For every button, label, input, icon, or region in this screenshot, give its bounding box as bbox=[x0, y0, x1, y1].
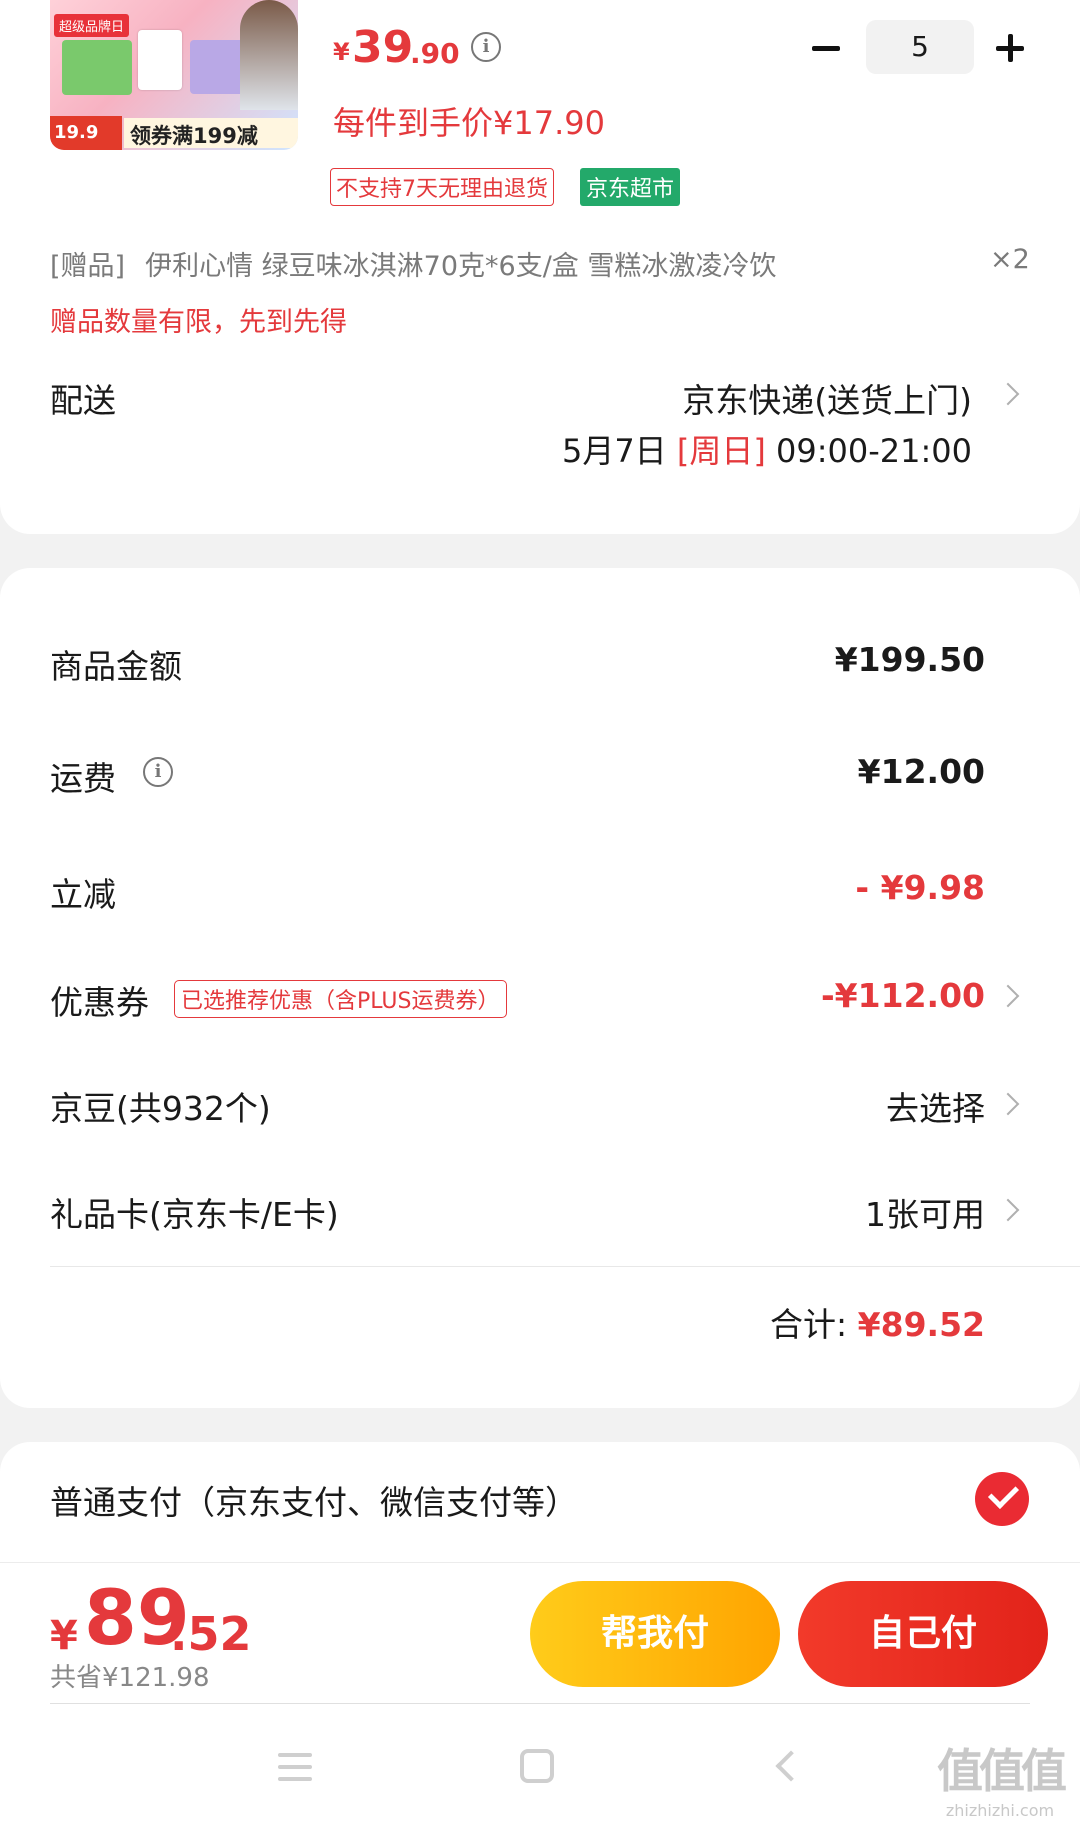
quantity-increase-button[interactable] bbox=[996, 34, 1026, 64]
shipping-time: 5月7日 [周日] 09:00-21:00 bbox=[562, 426, 972, 472]
instant-discount-value: - ¥9.98 bbox=[855, 868, 985, 907]
gift-count: ×2 bbox=[990, 244, 1030, 275]
price-summary-card: 商品金额 ¥199.50 运费 i ¥12.00 立减 - ¥9.98 优惠券 … bbox=[0, 568, 1080, 1408]
watermark-url: zhizhizhi.com bbox=[945, 1801, 1055, 1820]
price-info-icon[interactable]: i bbox=[471, 32, 501, 62]
summary-divider bbox=[50, 1266, 1080, 1267]
no-return-tag: 不支持7天无理由退货 bbox=[330, 168, 554, 206]
selected-check-icon[interactable] bbox=[975, 1472, 1029, 1526]
goods-amount-value: ¥199.50 bbox=[834, 640, 985, 679]
shipping-hours: 09:00-21:00 bbox=[776, 432, 972, 470]
gift-card-value[interactable]: 1张可用 bbox=[865, 1188, 985, 1236]
gift-name: 伊利心情 绿豆味冰淇淋70克*6支/盒 雪糕冰激凌冷饮 bbox=[145, 251, 777, 282]
coupon-tag: 已选推荐优惠（含PLUS运费券） bbox=[174, 980, 507, 1018]
gift-card-label: 礼品卡(京东卡/E卡) bbox=[50, 1195, 339, 1234]
goods-amount-label: 商品金额 bbox=[50, 647, 182, 686]
shipping-method[interactable]: 京东快递(送货上门) bbox=[682, 374, 972, 422]
final-price-currency: ¥ bbox=[50, 1613, 78, 1659]
watermark-logo: 值值值 zhizhizhi.com bbox=[930, 1735, 1070, 1820]
gift-limit-note: 赠品数量有限，先到先得 bbox=[50, 307, 347, 338]
product-box-purple bbox=[190, 40, 246, 94]
shipping-label: 配送 bbox=[50, 381, 116, 420]
jd-beans-chevron-icon[interactable] bbox=[996, 1092, 1020, 1116]
payment-method-label[interactable]: 普通支付（京东支付、微信支付等） bbox=[50, 1476, 578, 1524]
coupon-value[interactable]: -¥112.00 bbox=[821, 976, 985, 1015]
coupon-label: 优惠券 bbox=[50, 983, 149, 1022]
store-tag: 京东超市 bbox=[580, 168, 681, 206]
checkout-bar: ¥ 89 .52 共省¥121.98 帮我付 自己付 值值值 zhizhizhi… bbox=[0, 1562, 1080, 1831]
order-total: 合计: ¥89.52 bbox=[770, 1298, 985, 1346]
home-icon[interactable] bbox=[520, 1749, 554, 1783]
price-integer: 39 bbox=[352, 22, 414, 73]
freight-info-icon[interactable]: i bbox=[143, 757, 173, 787]
total-label: 合计: bbox=[770, 1305, 848, 1344]
quantity-decrease-button[interactable] bbox=[812, 34, 842, 64]
shipping-chevron-icon[interactable] bbox=[996, 382, 1020, 406]
shipping-date: 5月7日 bbox=[561, 432, 667, 470]
back-icon[interactable] bbox=[775, 1750, 807, 1782]
recent-apps-icon[interactable] bbox=[278, 1753, 312, 1781]
quantity-input[interactable]: 5 bbox=[866, 20, 974, 74]
thumb-brand-tag: 超级品牌日 bbox=[54, 14, 130, 37]
spokesperson-image bbox=[240, 0, 298, 110]
gift-label: [赠品] bbox=[50, 251, 126, 282]
pay-myself-button[interactable]: 自己付 bbox=[798, 1581, 1048, 1687]
price-currency: ¥ bbox=[333, 38, 350, 66]
gift-card-chevron-icon[interactable] bbox=[996, 1198, 1020, 1222]
order-item-card: 超级品牌日 19.9 领券满199减100 ¥ 39 .90 i 每件到手价¥1… bbox=[0, 0, 1080, 534]
thumb-coupon: 领券满199减100 bbox=[124, 118, 298, 148]
jd-beans-select[interactable]: 去选择 bbox=[886, 1082, 985, 1130]
jd-beans-label: 京豆(共932个) bbox=[50, 1089, 271, 1128]
total-saved: 共省¥121.98 bbox=[50, 1663, 210, 1693]
freight-value: ¥12.00 bbox=[857, 752, 985, 791]
gift-line: [赠品] 伊利心情 绿豆味冰淇淋70克*6支/盒 雪糕冰激凌冷饮 bbox=[50, 244, 776, 283]
thumb-price: 19.9 bbox=[50, 116, 122, 150]
product-box-white bbox=[138, 30, 182, 90]
coupon-chevron-icon[interactable] bbox=[996, 984, 1020, 1008]
freight-label: 运费 bbox=[50, 759, 116, 798]
help-me-pay-button[interactable]: 帮我付 bbox=[530, 1581, 780, 1687]
instant-discount-label: 立减 bbox=[50, 875, 116, 914]
total-amount: ¥89.52 bbox=[857, 1305, 985, 1344]
product-box-green bbox=[62, 40, 132, 95]
unit-price: 每件到手价¥17.90 bbox=[333, 104, 605, 142]
shipping-weekday: [周日] bbox=[676, 432, 766, 470]
watermark-glyph: 值值值 bbox=[937, 1744, 1067, 1798]
price-decimal: .90 bbox=[410, 37, 460, 70]
final-price-decimal: .52 bbox=[170, 1607, 252, 1661]
navbar-divider bbox=[50, 1703, 1030, 1704]
product-thumbnail[interactable]: 超级品牌日 19.9 领券满199减100 bbox=[50, 0, 298, 150]
